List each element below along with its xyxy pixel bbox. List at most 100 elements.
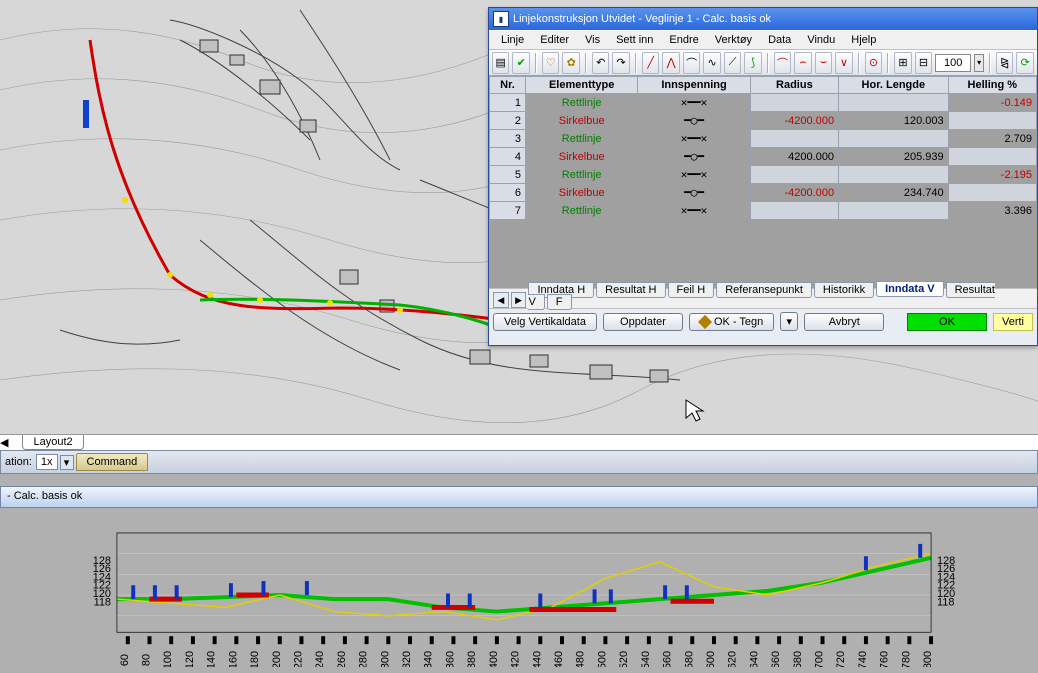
curve-tool-icon[interactable]: ∿ xyxy=(703,52,720,74)
menu-verktøy[interactable]: Verktøy xyxy=(715,34,752,46)
svg-text:400: 400 xyxy=(488,651,500,667)
ok-tegn-dropdown-icon[interactable]: ▾ xyxy=(780,312,798,331)
plus-icon[interactable]: ⊞ xyxy=(894,52,911,74)
dialog-titlebar[interactable]: ▮ Linjekonstruksjon Utvidet - Veglinje 1… xyxy=(489,8,1037,30)
table-row[interactable]: 7Rettlinje✕━━✕3.396 xyxy=(490,202,1037,220)
line-construction-dialog: ▮ Linjekonstruksjon Utvidet - Veglinje 1… xyxy=(488,7,1038,346)
spiral-tool-icon[interactable]: ⟆ xyxy=(744,52,761,74)
tab-feil-h[interactable]: Feil H xyxy=(668,282,715,298)
table-row[interactable]: 6Sirkelbue━◯━-4200.000234.740 xyxy=(490,184,1037,202)
curve-red3-icon[interactable]: ⌣ xyxy=(815,52,832,74)
profile-panel: - Calc. basis ok 60801001201401601802002… xyxy=(0,486,1038,673)
svg-text:240: 240 xyxy=(314,651,326,667)
tab-historikk[interactable]: Historikk xyxy=(814,282,874,298)
tab-referansepunkt[interactable]: Referansepunkt xyxy=(716,282,812,298)
tab-nav-next-icon[interactable]: ▶ xyxy=(511,292,527,308)
menu-data[interactable]: Data xyxy=(768,34,791,46)
svg-text:660: 660 xyxy=(770,651,782,667)
svg-text:600: 600 xyxy=(705,651,717,667)
svg-text:620: 620 xyxy=(727,651,739,667)
menu-editer[interactable]: Editer xyxy=(540,34,569,46)
mirror-icon[interactable]: ⧎ xyxy=(996,52,1013,74)
line-tool-icon[interactable]: ╱ xyxy=(642,52,659,74)
svg-text:280: 280 xyxy=(358,651,370,667)
command-tab[interactable]: Command xyxy=(76,453,149,471)
svg-text:220: 220 xyxy=(292,651,304,667)
svg-text:200: 200 xyxy=(271,651,283,667)
oppdater-button[interactable]: Oppdater xyxy=(603,313,683,331)
svg-text:180: 180 xyxy=(249,651,261,667)
avbryt-button[interactable]: Avbryt xyxy=(804,313,884,331)
tab-nav-prev-icon[interactable]: ◀ xyxy=(493,292,509,308)
tab-f[interactable]: F xyxy=(547,294,572,310)
menu-sett inn[interactable]: Sett inn xyxy=(616,34,653,46)
elements-table: Nr.ElementtypeInnspenningRadiusHor. Leng… xyxy=(489,76,1037,220)
col-helling[interactable]: Helling % xyxy=(948,77,1036,94)
svg-text:760: 760 xyxy=(879,651,891,667)
col-horlengde[interactable]: Hor. Lengde xyxy=(839,77,949,94)
layout-tab[interactable]: Layout2 xyxy=(22,435,83,450)
refresh-icon[interactable]: ⟳ xyxy=(1016,52,1033,74)
svg-text:160: 160 xyxy=(227,651,239,667)
svg-text:100: 100 xyxy=(162,651,174,667)
rate-field[interactable]: 1x xyxy=(36,454,58,470)
poly-tool-icon[interactable]: ⋀ xyxy=(662,52,679,74)
dialog-bottom-tabs: ◀ ▶ Inndata HResultat HFeil HReferansepu… xyxy=(489,288,1037,308)
layout-tabs: ◀ Layout2 xyxy=(0,434,1038,450)
redo-icon[interactable]: ↷ xyxy=(612,52,629,74)
svg-text:700: 700 xyxy=(814,651,826,667)
col-nr[interactable]: Nr. xyxy=(490,77,526,94)
arc-tool-icon[interactable]: ⌒ xyxy=(683,52,700,74)
svg-text:680: 680 xyxy=(792,651,804,667)
tab-resultat-h[interactable]: Resultat H xyxy=(596,282,665,298)
ation-label: ation: xyxy=(5,456,32,468)
col-innspenning[interactable]: Innspenning xyxy=(638,77,750,94)
table-row[interactable]: 2Sirkelbue━◯━-4200.000120.003 xyxy=(490,112,1037,130)
table-row[interactable]: 4Sirkelbue━◯━4200.000205.939 xyxy=(490,148,1037,166)
toolbar-heart-icon[interactable]: ♡ xyxy=(542,52,559,74)
col-radius[interactable]: Radius xyxy=(750,77,838,94)
circle-tool-icon[interactable]: ⊙ xyxy=(865,52,882,74)
zoom-input[interactable] xyxy=(935,54,971,72)
svg-text:80: 80 xyxy=(140,654,152,666)
col-elementtype[interactable]: Elementtype xyxy=(526,77,638,94)
menu-endre[interactable]: Endre xyxy=(669,34,698,46)
tangent-tool-icon[interactable]: ⟋ xyxy=(724,52,741,74)
toolbar-gear-icon[interactable]: ✿ xyxy=(562,52,579,74)
app-icon: ▮ xyxy=(493,11,509,27)
table-row[interactable]: 5Rettlinje✕━━✕-2.195 xyxy=(490,166,1037,184)
toolbar-check-icon[interactable]: ✔ xyxy=(512,52,529,74)
menu-vis[interactable]: Vis xyxy=(585,34,600,46)
svg-text:460: 460 xyxy=(553,651,565,667)
svg-text:380: 380 xyxy=(466,651,478,667)
tab-inndata-v[interactable]: Inndata V xyxy=(876,281,944,297)
svg-text:120: 120 xyxy=(184,651,196,667)
undo-icon[interactable]: ↶ xyxy=(592,52,609,74)
curve-red2-icon[interactable]: ⌢ xyxy=(794,52,811,74)
status-verti-badge: Verti xyxy=(993,313,1033,331)
toolbar-icon-1[interactable]: ▤ xyxy=(492,52,509,74)
minus-icon[interactable]: ⊟ xyxy=(915,52,932,74)
dialog-toolbar: ▤ ✔ ♡ ✿ ↶ ↷ ╱ ⋀ ⌒ ∿ ⟋ ⟆ ⌒ ⌢ ⌣ ∨ ⊙ ⊞ ⊟ ▾ … xyxy=(489,50,1037,76)
rate-dropdown-icon[interactable]: ▾ xyxy=(60,455,74,470)
svg-text:340: 340 xyxy=(423,651,435,667)
svg-text:260: 260 xyxy=(336,651,348,667)
table-row[interactable]: 3Rettlinje✕━━✕2.709 xyxy=(490,130,1037,148)
table-row[interactable]: 1Rettlinje✕━━✕-0.149 xyxy=(490,94,1037,112)
svg-text:780: 780 xyxy=(900,651,912,667)
menu-hjelp[interactable]: Hjelp xyxy=(851,34,876,46)
menu-linje[interactable]: Linje xyxy=(501,34,524,46)
profile-title: - Calc. basis ok xyxy=(0,486,1038,508)
curve-red4-icon[interactable]: ∨ xyxy=(835,52,852,74)
pencil-icon xyxy=(698,315,712,329)
svg-text:560: 560 xyxy=(662,651,674,667)
profile-chart-area[interactable]: 6080100120140160180200220240260280300320… xyxy=(0,508,1038,673)
velg-vertikaldata-button[interactable]: Velg Vertikaldata xyxy=(493,313,597,331)
menu-vindu[interactable]: Vindu xyxy=(807,34,835,46)
curve-red1-icon[interactable]: ⌒ xyxy=(774,52,791,74)
zoom-dropdown-icon[interactable]: ▾ xyxy=(974,54,984,72)
ok-tegn-button[interactable]: OK - Tegn xyxy=(689,313,774,331)
svg-text:640: 640 xyxy=(748,651,760,667)
elements-table-wrap[interactable]: Nr.ElementtypeInnspenningRadiusHor. Leng… xyxy=(489,76,1037,288)
svg-text:500: 500 xyxy=(596,651,608,667)
